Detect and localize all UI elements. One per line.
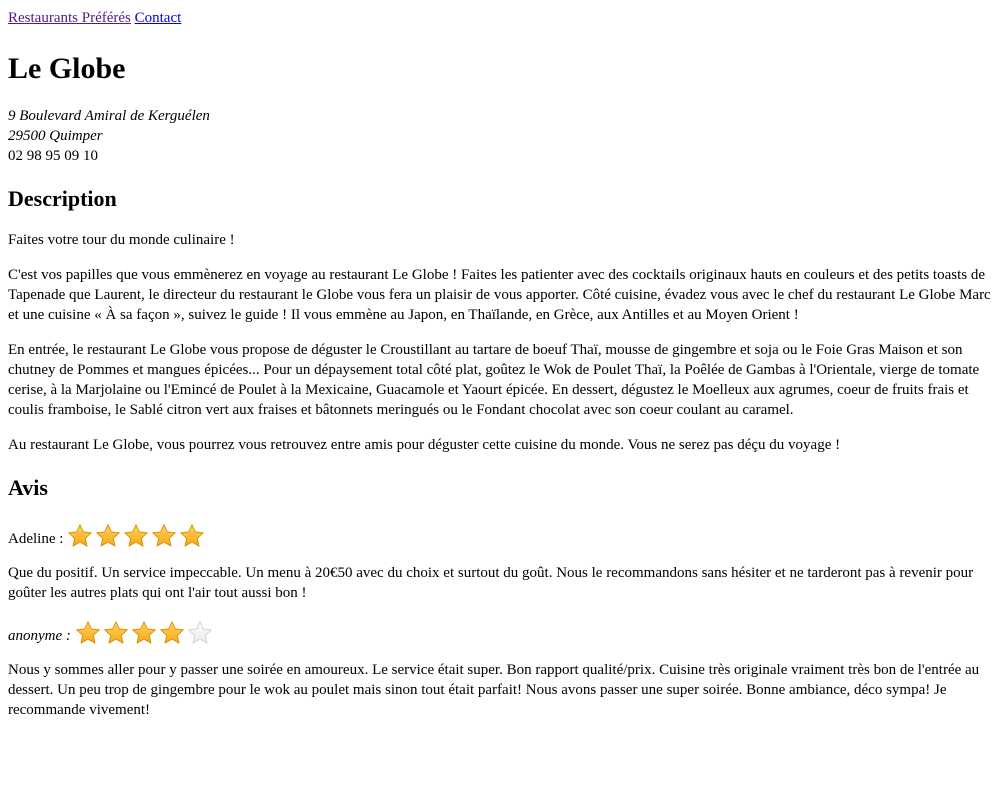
top-nav: Restaurants Préférés Contact bbox=[8, 8, 994, 28]
star-filled-icon bbox=[76, 621, 100, 644]
description-paragraph: En entrée, le restaurant Le Globe vous p… bbox=[8, 342, 980, 418]
description-section: Faites votre tour du monde culinaire ! C… bbox=[8, 230, 994, 455]
address-line-1: 9 Boulevard Amiral de Kerguélen bbox=[8, 108, 210, 124]
star-filled-icon bbox=[152, 524, 177, 547]
star-filled-icon bbox=[160, 621, 184, 644]
review-header: Adeline : bbox=[8, 519, 994, 549]
star-filled-icon bbox=[132, 621, 156, 644]
address-line-2: 29500 Quimper bbox=[8, 128, 103, 144]
review-author: anonyme : bbox=[8, 628, 71, 644]
restaurant-name: Le Globe bbox=[8, 52, 126, 85]
star-rating bbox=[67, 523, 205, 549]
restaurant-phone: 02 98 95 09 10 bbox=[8, 148, 98, 164]
star-filled-icon bbox=[96, 524, 121, 547]
review-text: Que du positif. Un service impeccable. U… bbox=[8, 565, 974, 601]
star-filled-icon bbox=[124, 524, 149, 547]
star-filled-icon bbox=[104, 621, 128, 644]
review-author: Adeline : bbox=[8, 531, 64, 547]
star-rating bbox=[75, 620, 213, 646]
review-header: anonyme : bbox=[8, 616, 994, 646]
reviews-heading: Avis bbox=[8, 475, 48, 500]
star-empty-icon bbox=[188, 621, 212, 644]
description-paragraph: C'est vos papilles que vous emmènerez en… bbox=[8, 267, 991, 323]
description-paragraph: Faites votre tour du monde culinaire ! bbox=[8, 232, 235, 248]
description-heading: Description bbox=[8, 186, 117, 211]
restaurant-address: 9 Boulevard Amiral de Kerguélen 29500 Qu… bbox=[8, 106, 994, 166]
nav-contact-link[interactable]: Contact bbox=[135, 10, 182, 26]
nav-favorites-link[interactable]: Restaurants Préférés bbox=[8, 10, 131, 26]
star-filled-icon bbox=[180, 524, 205, 547]
reviews-section: Adeline : Que du positif. Un service imp… bbox=[8, 519, 994, 720]
review-text: Nous y sommes aller pour y passer une so… bbox=[8, 662, 980, 718]
page: Restaurants Préférés Contact Le Globe 9 … bbox=[0, 0, 1002, 720]
star-filled-icon bbox=[68, 524, 93, 547]
description-paragraph: Au restaurant Le Globe, vous pourrez vou… bbox=[8, 437, 841, 453]
